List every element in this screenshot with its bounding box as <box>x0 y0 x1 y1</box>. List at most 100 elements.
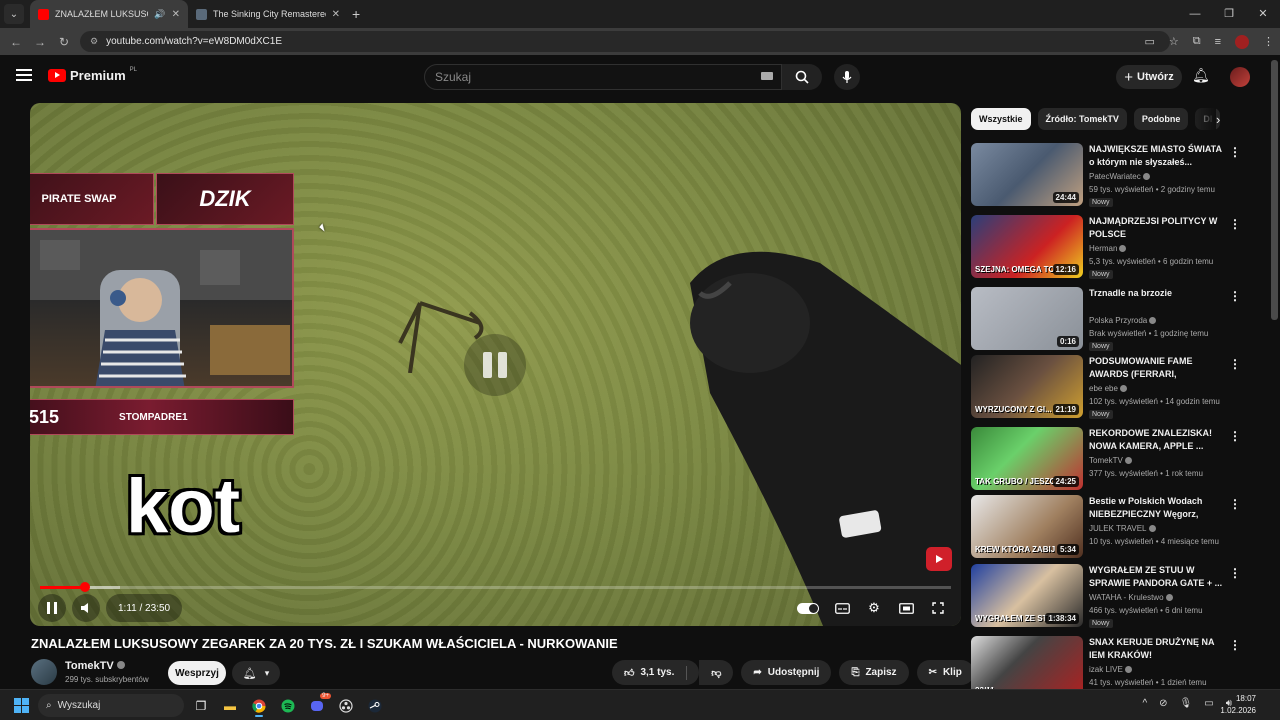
video-thumbnail[interactable]: WYGRAŁEM ZE STUU W SĄDZIE 1:38:34 <box>971 564 1083 627</box>
notifications-bell-icon[interactable]: 🔔︎ <box>1192 67 1210 84</box>
back-icon[interactable]: ← <box>4 35 28 49</box>
more-options-icon[interactable]: ⋮ <box>1229 497 1241 511</box>
save-button[interactable]: ⎘ Zapisz <box>839 660 909 685</box>
video-thumbnail[interactable]: KREW KTÓRA ZABIJA 5:34 <box>971 495 1083 558</box>
chrome-icon[interactable] <box>248 694 270 717</box>
mic-tray-icon[interactable]: 🎙︎ <box>1180 698 1193 709</box>
recommendation-title[interactable]: SNAX KERUJE DRUŻYNĘ NA IEM KRAKÓW! <box>1089 636 1224 662</box>
notification-settings-button[interactable]: 🔔︎ ▾ <box>232 661 280 685</box>
create-button[interactable]: + Utwórz <box>1116 65 1182 89</box>
file-explorer-icon[interactable]: ▬ <box>219 694 241 717</box>
video-thumbnail[interactable]: 24:44 <box>971 143 1083 206</box>
speaker-icon[interactable]: 🔊 <box>154 9 165 20</box>
dislike-button[interactable]: 👎︎ <box>699 660 734 685</box>
center-pause-icon[interactable] <box>464 334 526 396</box>
voice-search-button[interactable] <box>834 64 860 90</box>
more-options-icon[interactable]: ⋮ <box>1229 217 1241 231</box>
fullscreen-icon[interactable] <box>929 599 947 617</box>
obs-icon[interactable] <box>335 694 357 717</box>
recommendation-item[interactable]: SZEJNA: OMEGA TO NIE JE... 12:16 NAJMĄDR… <box>971 215 1241 281</box>
pause-button[interactable] <box>38 594 66 622</box>
steam-icon[interactable] <box>364 694 386 717</box>
more-options-icon[interactable]: ⋮ <box>1229 289 1241 303</box>
recommendation-title[interactable]: WYGRAŁEM ZE STUU W SPRAWIE PANDORA GATE … <box>1089 564 1224 590</box>
chip-source[interactable]: Źródło: TomekTV <box>1037 108 1127 130</box>
recommendation-title[interactable]: REKORDOWE ZNALEZISKA! NOWA KAMERA, APPLE… <box>1089 427 1224 453</box>
progress-bar[interactable] <box>40 582 951 592</box>
recommendation-title[interactable]: Bestie w Polskich Wodach NIEBEZPIECZNY W… <box>1089 495 1224 521</box>
channel-name[interactable]: TomekTV <box>65 660 125 672</box>
like-button[interactable]: 👍︎ 3,1 tys. <box>612 660 700 685</box>
reload-icon[interactable]: ↻ <box>52 35 76 49</box>
extensions-icon[interactable]: ⧉ <box>1193 35 1201 48</box>
scrubber-handle[interactable] <box>80 582 90 592</box>
restore-icon[interactable]: ❐ <box>1212 0 1246 28</box>
recommendation-title[interactable]: Trznadle na brzozie <box>1089 287 1224 300</box>
more-options-icon[interactable]: ⋮ <box>1229 566 1241 580</box>
settings-gear-icon[interactable]: ⚙ <box>865 599 883 617</box>
clip-button[interactable]: ✂ Klip <box>916 660 974 685</box>
video-thumbnail[interactable]: WYRZUCONY Z GI... 21:19 <box>971 355 1083 418</box>
site-info-icon[interactable]: ⚙ <box>90 36 98 47</box>
recommendation-item[interactable]: WYGRAŁEM ZE STUU W SĄDZIE 1:38:34 WYGRAŁ… <box>971 564 1241 630</box>
discord-icon[interactable]: 9+ <box>306 693 331 717</box>
recommendation-item[interactable]: 0:16 Trznadle na brzozie Polska Przyroda… <box>971 287 1241 353</box>
recommendation-channel[interactable]: TomekTV <box>1089 456 1132 465</box>
profile-avatar[interactable] <box>1235 34 1249 49</box>
menu-icon[interactable] <box>16 69 32 81</box>
more-options-icon[interactable]: ⋮ <box>1229 357 1241 371</box>
page-scrollbar[interactable] <box>1271 60 1278 320</box>
tray-chevron-up-icon[interactable]: ^ <box>1142 698 1147 709</box>
chip-similar[interactable]: Podobne <box>1133 108 1189 130</box>
url-field[interactable]: ⚙ youtube.com/watch?v=eW8DM0dXC1E <box>80 31 1170 52</box>
recommendation-item[interactable]: TAK GRUBO / JESZCZE NIE BY... 24:25 REKO… <box>971 427 1241 493</box>
account-avatar[interactable] <box>1230 67 1250 87</box>
chevron-right-icon[interactable]: › <box>1216 112 1220 127</box>
media-controls-icon[interactable]: ≡ <box>1215 36 1221 48</box>
recommendation-channel[interactable]: Herman <box>1089 244 1127 253</box>
minimize-icon[interactable]: — <box>1178 0 1212 28</box>
more-options-icon[interactable]: ⋮ <box>1229 638 1241 652</box>
windows-start-icon[interactable] <box>14 698 29 713</box>
chip-all[interactable]: Wszystkie <box>971 108 1031 130</box>
tab-youtube[interactable]: ZNALAZŁEM LUKSUSOWY 🔊 ✕ <box>30 0 188 28</box>
tray-app-icon[interactable]: ⊘ <box>1159 698 1167 709</box>
browser-menu-icon[interactable]: ⋮ <box>1263 35 1274 48</box>
recommendation-channel[interactable]: PatecWariatec <box>1089 172 1150 181</box>
recommendation-channel[interactable]: WATAHA - Krulestwo <box>1089 593 1173 602</box>
more-options-icon[interactable]: ⋮ <box>1229 429 1241 443</box>
video-player[interactable]: kot PIRATE SWAP DZIK 515 STOMPADRE1 1:11… <box>30 103 961 626</box>
spotify-icon[interactable] <box>277 694 299 717</box>
video-thumbnail[interactable]: TAK GRUBO / JESZCZE NIE BY... 24:25 <box>971 427 1083 490</box>
volume-button[interactable] <box>72 594 100 622</box>
task-view-icon[interactable]: ❐ <box>190 694 212 717</box>
recommendation-item[interactable]: WYRZUCONY Z GI... 21:19 PODSUMOWANIE FAM… <box>971 355 1241 421</box>
recommendation-channel[interactable]: Polska Przyroda <box>1089 316 1157 325</box>
subscribe-watermark-icon[interactable] <box>926 547 952 571</box>
recommendation-title[interactable]: NAJMĄDRZEJSI POLITYCY W POLSCE <box>1089 215 1224 241</box>
miniplayer-icon[interactable] <box>897 599 915 617</box>
forward-icon[interactable]: → <box>28 35 52 49</box>
recommendation-channel[interactable]: izak LIVE <box>1089 665 1132 674</box>
video-thumbnail[interactable]: 0:16 <box>971 287 1083 350</box>
recommendation-title[interactable]: PODSUMOWANIE FAME AWARDS (FERRARI, NAJMA… <box>1089 355 1224 381</box>
recommendation-item[interactable]: KREW KTÓRA ZABIJA 5:34 Bestie w Polskich… <box>971 495 1241 561</box>
video-thumbnail[interactable]: SZEJNA: OMEGA TO NIE JE... 12:16 <box>971 215 1083 278</box>
new-tab-icon[interactable]: + <box>352 6 360 22</box>
recommendation-item[interactable]: 24:44 NAJWIĘKSZE MIASTO ŚWIATA o którym … <box>971 143 1241 209</box>
recommendation-channel[interactable]: ebe ebe <box>1089 384 1127 393</box>
tab-sinking-city[interactable]: The Sinking City Remastered - ✕ <box>188 0 348 28</box>
subtitles-icon[interactable] <box>833 599 851 617</box>
recommendation-title[interactable]: NAJWIĘKSZE MIASTO ŚWIATA o którym nie sł… <box>1089 143 1224 169</box>
cast-icon[interactable]: ▭ <box>1144 35 1154 48</box>
support-button[interactable]: Wesprzyj <box>168 661 226 685</box>
close-tab-icon[interactable]: ✕ <box>332 9 340 20</box>
keyboard-icon[interactable] <box>761 72 773 80</box>
tab-search-button[interactable]: ⌄ <box>4 4 24 24</box>
autoplay-toggle[interactable] <box>797 602 819 614</box>
more-options-icon[interactable]: ⋮ <box>1229 145 1241 159</box>
youtube-logo[interactable]: Premium PL <box>48 67 137 83</box>
close-window-icon[interactable]: ✕ <box>1246 0 1280 28</box>
recommendation-channel[interactable]: JULEK TRAVEL <box>1089 524 1156 533</box>
close-tab-icon[interactable]: ✕ <box>172 9 180 20</box>
